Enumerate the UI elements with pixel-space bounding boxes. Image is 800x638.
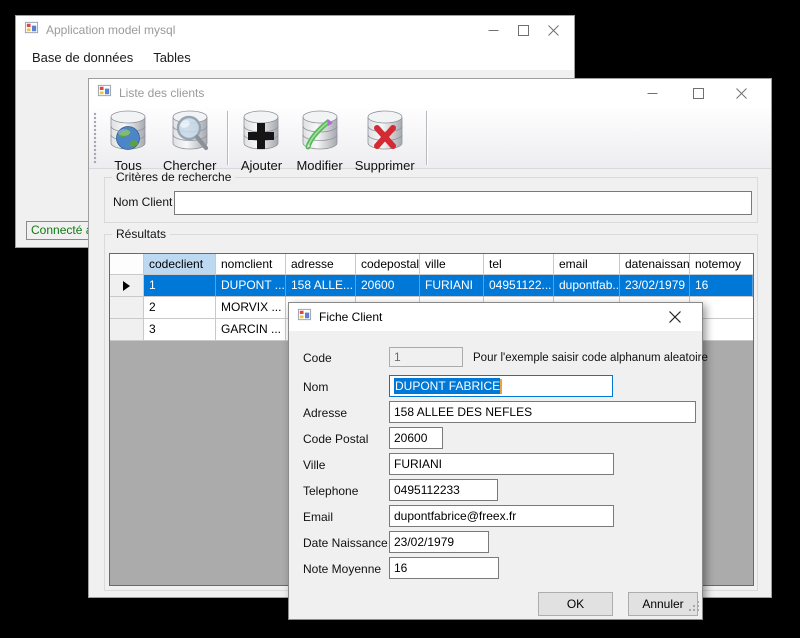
- window-title: Application model mysql: [46, 23, 175, 37]
- menu-item-tables[interactable]: Tables: [143, 46, 201, 69]
- close-icon[interactable]: [660, 303, 690, 331]
- note-moyenne-input[interactable]: [389, 557, 499, 579]
- column-header[interactable]: codepostal: [356, 254, 420, 275]
- ville-input[interactable]: [389, 453, 614, 475]
- date-naissance-input[interactable]: [389, 531, 489, 553]
- maximize-icon[interactable]: [508, 16, 538, 44]
- table-row[interactable]: 1 DUPONT ... 158 ALLE... 20600 FURIANI 0…: [110, 275, 753, 297]
- grid-cell[interactable]: 2: [144, 297, 216, 319]
- app-form-icon: [97, 83, 112, 103]
- app-form-icon: [24, 20, 39, 40]
- code-note-label: Pour l'exemple saisir code alphanum alea…: [473, 352, 708, 364]
- row-header-cell[interactable]: [110, 275, 144, 297]
- email-input[interactable]: [389, 505, 614, 527]
- modifier-button[interactable]: Modifier: [291, 109, 347, 174]
- code-postal-input[interactable]: [389, 427, 443, 449]
- chercher-button[interactable]: Chercher: [158, 109, 221, 174]
- window-title: Fiche Client: [319, 310, 382, 324]
- nom-client-input[interactable]: [174, 191, 752, 215]
- maximize-icon[interactable]: [675, 79, 721, 107]
- cancel-button[interactable]: Annuler: [628, 592, 698, 616]
- minimize-icon[interactable]: [478, 16, 508, 44]
- grid-header-row: codeclient nomclient adresse codepostal …: [110, 254, 753, 275]
- app-form-icon: [297, 307, 312, 327]
- grid-cell[interactable]: FURIANI: [420, 275, 484, 297]
- grid-cell[interactable]: DUPONT ...: [216, 275, 286, 297]
- database-add-icon: [238, 110, 284, 157]
- toolstrip-grip-icon[interactable]: [93, 112, 97, 164]
- grid-cell[interactable]: GARCIN ...: [216, 319, 286, 341]
- database-edit-icon: [297, 110, 343, 157]
- column-header[interactable]: adresse: [286, 254, 356, 275]
- supprimer-button[interactable]: Supprimer: [350, 109, 420, 174]
- row-header-corner: [110, 254, 144, 275]
- toolstrip: Tous Chercher: [89, 107, 771, 169]
- column-header[interactable]: email: [554, 254, 620, 275]
- telephone-input[interactable]: [389, 479, 498, 501]
- toolbar-separator: [426, 111, 427, 165]
- database-delete-icon: [362, 110, 408, 157]
- nom-client-label: Nom Client: [113, 195, 172, 209]
- close-icon[interactable]: [538, 16, 568, 44]
- menu-item-base-de-donnees[interactable]: Base de données: [22, 46, 143, 69]
- adresse-input[interactable]: [389, 401, 696, 423]
- row-header-cell[interactable]: [110, 319, 144, 341]
- row-header-cell[interactable]: [110, 297, 144, 319]
- fiche-titlebar[interactable]: Fiche Client: [289, 303, 702, 331]
- close-icon[interactable]: [721, 79, 761, 107]
- column-header[interactable]: tel: [484, 254, 554, 275]
- grid-cell[interactable]: 04951122...: [484, 275, 554, 297]
- grid-cell[interactable]: 158 ALLE...: [286, 275, 356, 297]
- window-title: Liste des clients: [119, 86, 204, 100]
- grid-cell[interactable]: dupontfab...: [554, 275, 620, 297]
- toolbar-button-label: Ajouter: [241, 158, 282, 173]
- resize-grip-icon[interactable]: [689, 599, 700, 617]
- grid-cell[interactable]: 23/02/1979: [620, 275, 690, 297]
- text-caret: [500, 379, 502, 394]
- telephone-label: Telephone: [303, 484, 358, 498]
- code-label: Code: [303, 351, 332, 365]
- code-input: [389, 347, 463, 367]
- desktop: Application model mysql Base de données …: [0, 0, 800, 638]
- groupbox-title: Critères de recherche: [112, 170, 235, 184]
- minimize-icon[interactable]: [629, 79, 675, 107]
- code-postal-label: Code Postal: [303, 432, 368, 446]
- search-criteria-groupbox: Critères de recherche Nom Client: [104, 177, 758, 223]
- groupbox-title: Résultats: [112, 227, 170, 241]
- toolbar-separator: [227, 111, 228, 165]
- tous-button[interactable]: Tous: [100, 109, 156, 174]
- ajouter-button[interactable]: Ajouter: [233, 109, 289, 174]
- email-label: Email: [303, 510, 333, 524]
- grid-cell[interactable]: 3: [144, 319, 216, 341]
- database-globe-icon: [105, 110, 151, 157]
- grid-cell[interactable]: MORVIX ...: [216, 297, 286, 319]
- ok-button[interactable]: OK: [538, 592, 613, 616]
- column-header[interactable]: datenaissance: [620, 254, 690, 275]
- liste-titlebar[interactable]: Liste des clients: [89, 79, 771, 107]
- column-header[interactable]: notemoy: [690, 254, 753, 275]
- database-search-icon: [167, 110, 213, 157]
- grid-cell[interactable]: 1: [144, 275, 216, 297]
- grid-cell[interactable]: 20600: [356, 275, 420, 297]
- column-header[interactable]: ville: [420, 254, 484, 275]
- date-naissance-label: Date Naissance: [303, 536, 388, 550]
- nom-input[interactable]: DUPONT FABRICE: [389, 375, 613, 397]
- ville-label: Ville: [303, 458, 325, 472]
- column-header[interactable]: nomclient: [216, 254, 286, 275]
- nom-label: Nom: [303, 380, 328, 394]
- main-titlebar[interactable]: Application model mysql: [16, 16, 574, 44]
- toolbar-button-label: Supprimer: [355, 158, 415, 173]
- window-fiche-client: Fiche Client Code Pour l'exemple saisir …: [288, 302, 703, 620]
- note-moyenne-label: Note Moyenne: [303, 562, 381, 576]
- column-header[interactable]: codeclient: [144, 254, 216, 275]
- grid-cell[interactable]: 16: [690, 275, 753, 297]
- adresse-label: Adresse: [303, 406, 347, 420]
- toolbar-button-label: Modifier: [296, 158, 342, 173]
- selected-text: DUPONT FABRICE: [394, 378, 500, 394]
- menubar: Base de données Tables: [16, 44, 574, 70]
- current-row-indicator: [123, 281, 130, 291]
